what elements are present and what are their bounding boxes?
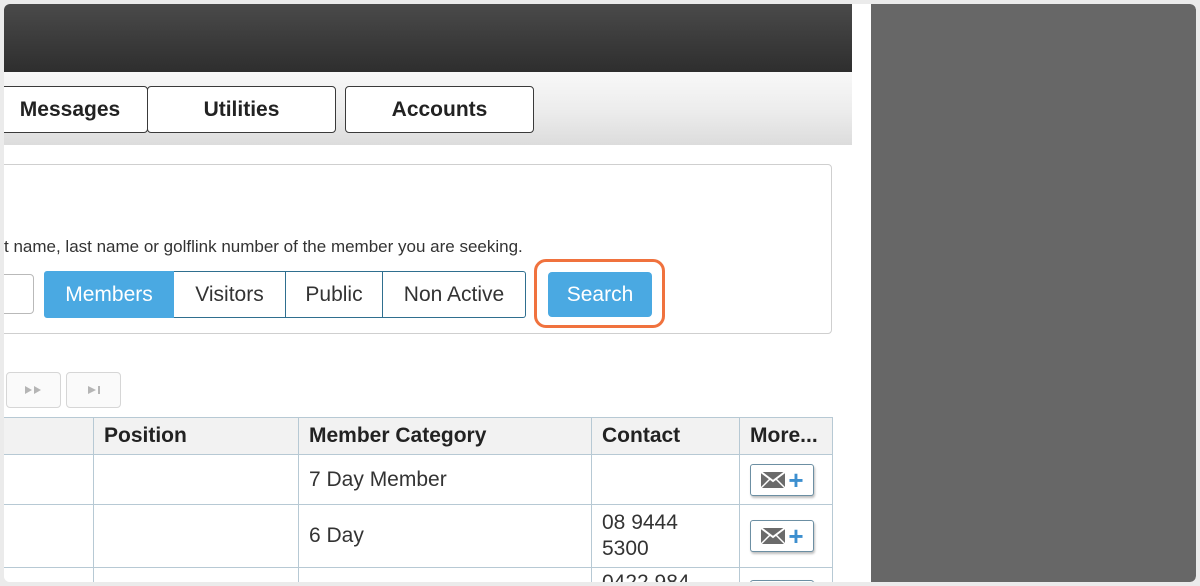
envelope-icon <box>760 470 787 489</box>
cell-more: + <box>739 504 833 568</box>
cell-member-category <box>298 567 592 582</box>
filter-non-active-button[interactable]: Non Active <box>383 271 526 318</box>
envelope-icon <box>760 527 787 545</box>
column-header-member-category: Member Category <box>298 417 592 455</box>
cell-name <box>4 567 94 582</box>
table-row[interactable]: 6 Day 08 9444 5300 + <box>4 504 833 568</box>
cell-name <box>4 454 94 505</box>
member-search-input[interactable] <box>4 274 34 314</box>
table-row[interactable]: 0422 984 + <box>4 567 833 582</box>
cell-name <box>4 504 94 568</box>
app-content: Messages Utilities Accounts t name, last… <box>4 4 852 582</box>
filter-members-button[interactable]: Members <box>44 271 174 318</box>
filter-visitors-button[interactable]: Visitors <box>174 271 286 318</box>
header-bar <box>4 4 852 72</box>
filter-public-button[interactable]: Public <box>286 271 383 318</box>
members-table: Position Member Category Contact More...… <box>4 417 833 582</box>
pager-last-button[interactable] <box>66 372 121 408</box>
plus-icon: + <box>788 521 804 551</box>
cell-more: + <box>739 454 833 505</box>
email-add-button[interactable]: + <box>750 520 814 552</box>
cell-member-category: 7 Day Member <box>298 454 592 505</box>
cell-position <box>93 504 299 568</box>
column-header-more: More... <box>739 417 833 455</box>
fast-forward-icon <box>24 386 41 394</box>
nav-utilities-button[interactable]: Utilities <box>147 86 336 133</box>
nav-messages-button[interactable]: Messages <box>4 86 148 133</box>
table-row[interactable]: 7 Day Member + <box>4 454 833 505</box>
browser-frame: Messages Utilities Accounts t name, last… <box>4 4 1196 582</box>
side-overlay-panel <box>871 4 1196 582</box>
cell-contact <box>591 454 740 505</box>
column-header-name <box>4 417 94 455</box>
pager-next-button[interactable] <box>6 372 61 408</box>
column-header-position: Position <box>93 417 299 455</box>
skip-to-end-icon <box>87 386 100 394</box>
cell-contact: 08 9444 5300 <box>591 504 740 568</box>
cell-position <box>93 567 299 582</box>
cell-member-category: 6 Day <box>298 504 592 568</box>
search-button[interactable]: Search <box>548 272 652 317</box>
nav-accounts-button[interactable]: Accounts <box>345 86 534 133</box>
column-header-contact: Contact <box>591 417 740 455</box>
email-add-button[interactable]: + <box>750 580 814 582</box>
email-add-button[interactable]: + <box>750 463 814 496</box>
plus-icon: + <box>788 464 804 495</box>
cell-position <box>93 454 299 505</box>
cell-contact: 0422 984 <box>591 567 740 582</box>
search-hint: t name, last name or golflink number of … <box>4 237 523 256</box>
member-type-filter: Members Visitors Public Non Active <box>44 271 526 318</box>
cell-more: + <box>739 567 833 582</box>
